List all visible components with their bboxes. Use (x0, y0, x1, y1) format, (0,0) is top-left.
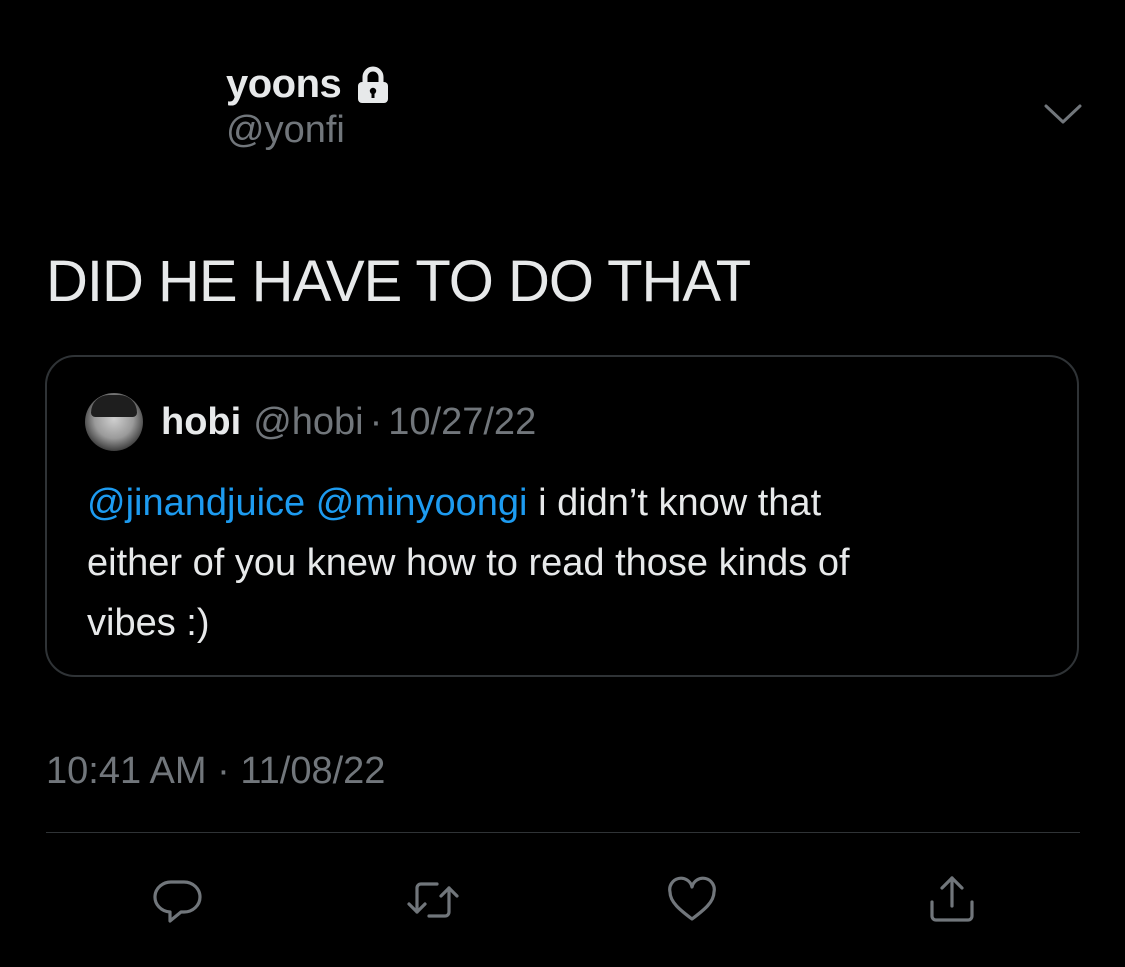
author-name-row: yoons (226, 62, 393, 107)
share-icon[interactable] (922, 870, 982, 930)
quoted-text-line-3: vibes :) (87, 602, 210, 644)
author-handle[interactable]: @yonfi (226, 109, 393, 152)
action-bar (0, 870, 1125, 930)
tweet-author-header: yoons @yonfi (226, 62, 393, 152)
quoted-text-segment: i didn’t know that (527, 482, 822, 524)
quoted-date: 10/27/22 (388, 400, 537, 443)
quoted-text-line-2: either of you knew how to read those kin… (87, 542, 850, 584)
reply-icon[interactable] (148, 870, 208, 930)
avatar[interactable] (85, 393, 143, 451)
quoted-text-line-1: @jinandjuice @minyoongi i didn’t know th… (87, 473, 1047, 533)
mention-link[interactable]: @minyoongi (316, 482, 528, 524)
author-display-name[interactable]: yoons (226, 62, 342, 107)
heart-icon[interactable] (662, 870, 722, 930)
retweet-icon[interactable] (403, 870, 463, 930)
lock-icon (353, 65, 393, 105)
quoted-separator: · (369, 400, 383, 443)
quoted-display-name: hobi (161, 400, 242, 443)
quoted-tweet[interactable]: hobi @hobi · 10/27/22 @jinandjuice @miny… (45, 355, 1079, 677)
tweet-timestamp[interactable]: 10:41 AM · 11/08/22 (46, 750, 385, 793)
tweet-text: DID HE HAVE TO DO THAT (46, 249, 751, 314)
mention-link[interactable]: @jinandjuice (87, 482, 305, 524)
quoted-handle: @hobi (253, 400, 364, 443)
quoted-tweet-text: @jinandjuice @minyoongi i didn’t know th… (87, 473, 1047, 653)
chevron-down-icon[interactable] (1040, 96, 1086, 136)
divider (46, 832, 1080, 833)
quoted-tweet-header: hobi @hobi · 10/27/22 (85, 393, 536, 451)
